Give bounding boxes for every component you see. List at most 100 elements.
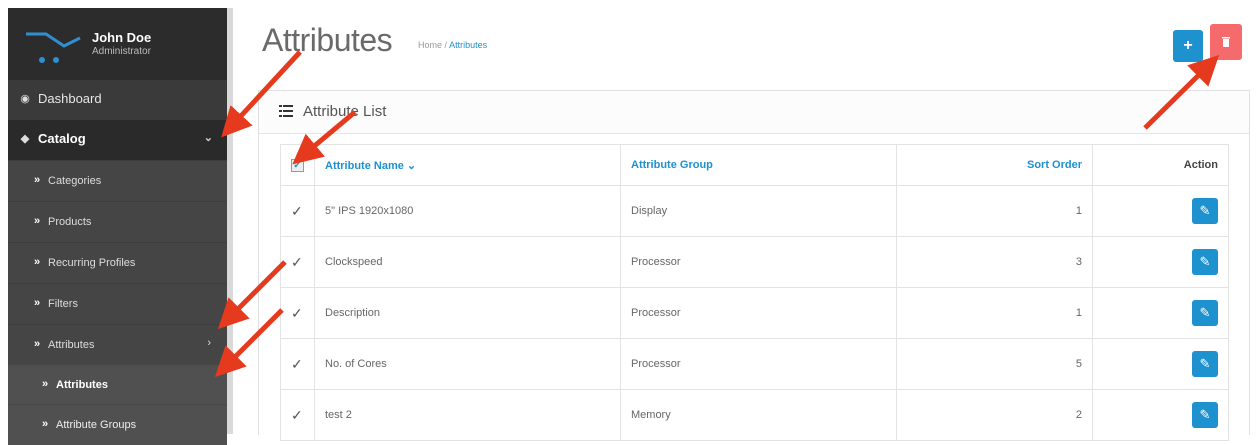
pencil-icon: ✎ <box>1199 254 1211 269</box>
opencart-logo <box>26 32 81 63</box>
user-profile[interactable]: John Doe Administrator <box>8 8 227 80</box>
check-icon: ✓ <box>291 406 303 423</box>
sidebar-item-categories[interactable]: » Categories <box>8 160 227 201</box>
sidebar-item-label: Attributes <box>48 339 95 351</box>
list-icon <box>279 105 293 117</box>
check-icon: ✓ <box>291 355 303 372</box>
user-role: Administrator <box>92 46 151 57</box>
edit-button[interactable]: ✎ <box>1192 351 1218 377</box>
edit-button[interactable]: ✎ <box>1192 198 1218 224</box>
attribute-group: Processor <box>620 287 897 339</box>
pencil-icon: ✎ <box>1199 356 1211 371</box>
sort-order: 1 <box>896 185 1093 237</box>
add-button[interactable]: + <box>1173 30 1203 62</box>
sidebar-item-label: Products <box>48 216 92 228</box>
table-row: ✓ test 2 Memory 2 ✎ <box>280 389 1229 441</box>
trash-icon <box>1222 37 1230 48</box>
attribute-name: No. of Cores <box>314 338 621 390</box>
page-title: Attributes <box>262 22 393 58</box>
attribute-group: Memory <box>620 389 897 441</box>
check-icon: ✓ <box>291 253 303 270</box>
table-header-row: ✓ Attribute Name ⌄ Attribute Group Sort … <box>280 144 1229 186</box>
sidebar: John Doe Administrator ◉ Dashboard ◆ Cat… <box>8 8 227 445</box>
sidebar-item-label: Catalog <box>38 131 86 146</box>
edit-button[interactable]: ✎ <box>1192 402 1218 428</box>
action-cell: ✎ <box>1092 287 1229 339</box>
sidebar-item-attributes-list[interactable]: » Attributes <box>8 364 227 405</box>
column-header-group[interactable]: Attribute Group <box>620 144 897 186</box>
pencil-icon: ✎ <box>1199 407 1211 422</box>
table-row: ✓ 5" IPS 1920x1080 Display 1 ✎ <box>280 185 1229 237</box>
edit-button[interactable]: ✎ <box>1192 300 1218 326</box>
plus-icon: + <box>1183 37 1193 54</box>
sort-order: 3 <box>896 236 1093 288</box>
attributes-table: ✓ Attribute Name ⌄ Attribute Group Sort … <box>280 144 1229 441</box>
sidebar-item-catalog[interactable]: ◆ Catalog ⌄ <box>8 120 227 160</box>
sort-order: 1 <box>896 287 1093 339</box>
sidebar-item-label: Attributes <box>56 379 108 391</box>
breadcrumb-home[interactable]: Home <box>418 40 442 50</box>
chevron-right-icon: » <box>34 215 41 227</box>
breadcrumb-current[interactable]: Attributes <box>449 40 487 50</box>
panel-title: Attribute List <box>303 103 387 120</box>
delete-button[interactable] <box>1210 24 1242 60</box>
sort-order: 2 <box>896 389 1093 441</box>
chevron-right-icon: » <box>34 256 41 268</box>
table-row: ✓ Clockspeed Processor 3 ✎ <box>280 236 1229 288</box>
select-all-checkbox[interactable]: ✓ <box>291 158 304 172</box>
row-checkbox-cell[interactable]: ✓ <box>280 338 315 390</box>
row-checkbox-cell[interactable]: ✓ <box>280 287 315 339</box>
breadcrumb: Home / Attributes <box>418 40 487 50</box>
action-cell: ✎ <box>1092 236 1229 288</box>
row-checkbox-cell[interactable]: ✓ <box>280 389 315 441</box>
check-icon: ✓ <box>291 304 303 321</box>
check-icon: ✓ <box>291 202 303 219</box>
pencil-icon: ✎ <box>1199 203 1211 218</box>
attribute-name: Clockspeed <box>314 236 621 288</box>
dashboard-icon: ◉ <box>20 93 30 105</box>
sidebar-item-products[interactable]: » Products <box>8 201 227 242</box>
action-cell: ✎ <box>1092 389 1229 441</box>
chevron-right-icon: » <box>42 418 49 430</box>
edit-button[interactable]: ✎ <box>1192 249 1218 275</box>
sidebar-item-label: Categories <box>48 175 102 187</box>
sort-desc-icon: ⌄ <box>406 159 417 172</box>
breadcrumb-separator: / <box>444 40 448 50</box>
select-all-cell: ✓ <box>280 144 315 186</box>
attribute-name: 5" IPS 1920x1080 <box>314 185 621 237</box>
sidebar-item-label: Filters <box>48 298 78 310</box>
column-header-name[interactable]: Attribute Name ⌄ <box>314 144 621 186</box>
attribute-group: Processor <box>620 236 897 288</box>
attribute-name: test 2 <box>314 389 621 441</box>
sidebar-item-label: Dashboard <box>38 91 102 106</box>
row-checkbox-cell[interactable]: ✓ <box>280 185 315 237</box>
chevron-right-icon: › <box>207 337 211 349</box>
sidebar-item-attribute-groups[interactable]: » Attribute Groups <box>8 404 227 445</box>
attribute-group: Display <box>620 185 897 237</box>
sidebar-item-attributes[interactable]: » Attributes › <box>8 324 227 365</box>
sidebar-item-label: Recurring Profiles <box>48 257 136 269</box>
sort-order: 5 <box>896 338 1093 390</box>
user-name: John Doe <box>92 30 152 45</box>
attribute-group: Processor <box>620 338 897 390</box>
column-header-action: Action <box>1092 144 1229 186</box>
tag-icon: ◆ <box>20 133 30 145</box>
sidebar-splitter[interactable] <box>227 8 233 434</box>
panel-heading: Attribute List <box>259 91 1249 134</box>
row-checkbox-cell[interactable]: ✓ <box>280 236 315 288</box>
column-header-sort-order[interactable]: Sort Order <box>896 144 1093 186</box>
chevron-right-icon: » <box>34 174 41 186</box>
table-row: ✓ No. of Cores Processor 5 ✎ <box>280 338 1229 390</box>
chevron-right-icon: » <box>42 378 49 390</box>
chevron-down-icon: ⌄ <box>203 132 213 144</box>
pencil-icon: ✎ <box>1199 305 1211 320</box>
chevron-right-icon: » <box>34 338 41 350</box>
sidebar-item-filters[interactable]: » Filters <box>8 283 227 324</box>
sidebar-item-recurring-profiles[interactable]: » Recurring Profiles <box>8 242 227 283</box>
sidebar-item-label: Attribute Groups <box>56 419 137 431</box>
action-cell: ✎ <box>1092 338 1229 390</box>
attribute-name: Description <box>314 287 621 339</box>
table-row: ✓ Description Processor 1 ✎ <box>280 287 1229 339</box>
action-cell: ✎ <box>1092 185 1229 237</box>
sidebar-item-dashboard[interactable]: ◉ Dashboard <box>8 80 227 120</box>
